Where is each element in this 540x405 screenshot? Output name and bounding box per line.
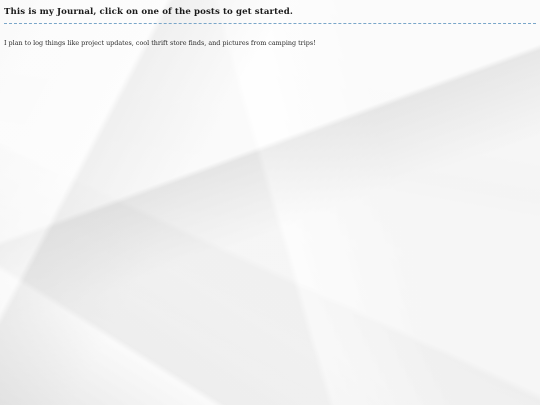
intro-text: I plan to log things like project update… [4, 39, 316, 48]
journal-header: This is my Journal, click on one of the … [4, 6, 536, 24]
header-divider [4, 23, 536, 24]
page-title: This is my Journal, click on one of the … [4, 7, 293, 17]
